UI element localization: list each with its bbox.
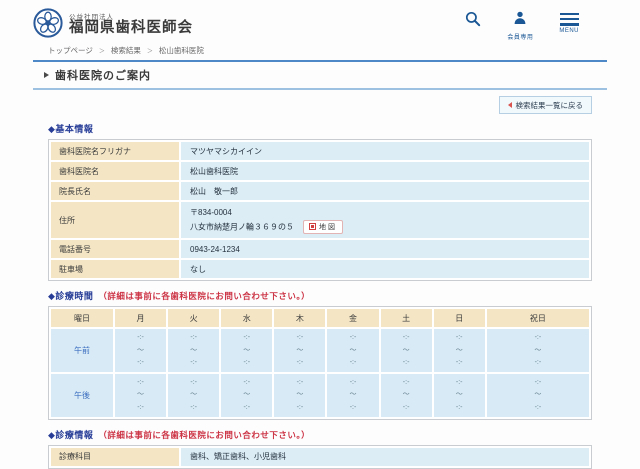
brand-text: 公益社団法人 福岡県歯科医師会 (69, 14, 193, 37)
site-header: 公益社団法人 福岡県歯科医師会 会員専用 MENU (33, 0, 607, 43)
schedule-day-header: 月 (115, 309, 167, 328)
schedule-time-cell: -:- ～ -:- (433, 374, 485, 417)
schedule-time-cell: -:- ～ -:- (115, 374, 167, 417)
map-marker-icon (309, 223, 316, 231)
schedule-day-header: 火 (168, 309, 220, 328)
schedule-period-label: 午後 (51, 374, 113, 417)
schedule-time-cell: -:- ～ -:- (380, 329, 432, 373)
schedule-day-column-label: 曜日 (51, 309, 113, 328)
treatment-info-note: （詳細は事前に各歯科医院にお問い合わせ下さい。） (98, 429, 311, 440)
row-label: 歯科医院名フリガナ (51, 142, 179, 160)
schedule-time-cell: -:- ～ -:- (486, 374, 589, 417)
schedule-time-cell: -:- ～ -:- (274, 329, 326, 373)
schedule-row: 午後 -:- ～ -:- -:- ～ -:- -:- ～ -:- -:- ～ -:- -:- ～ -:- -:-… (51, 374, 589, 417)
row-label: 診療科目 (51, 447, 179, 466)
schedule-day-header: 金 (327, 309, 379, 328)
treatment-departments: 歯科、矯正歯科、小児歯科 (181, 447, 589, 466)
search-button[interactable] (465, 11, 481, 41)
menu-button[interactable]: MENU (559, 11, 579, 41)
hours-table: 曜日月火水木金土日祝日 午前 -:- ～ -:- -:- ～ -:- -:- ～ -:- -:- ～ -… (48, 306, 592, 420)
title-arrow-icon (44, 72, 49, 78)
phone-number: 0943-24-1234 (181, 240, 589, 259)
row-label: 電話番号 (51, 240, 179, 259)
back-to-results-button[interactable]: 検索結果一覧に戻る (498, 96, 592, 114)
schedule-period-label: 午前 (51, 329, 113, 373)
left-arrow-icon (507, 102, 512, 108)
hours-heading: ◆診療時間 （詳細は事前に各歯科医院にお問い合わせ下さい。） (48, 289, 607, 302)
map-button-label: 地図 (319, 223, 337, 231)
schedule-time-cell: -:- ～ -:- (221, 329, 273, 373)
table-row: 院長氏名 松山 敬一郎 (51, 182, 589, 200)
schedule-day-header: 木 (274, 309, 326, 328)
table-row: 歯科医院名 松山歯科医院 (51, 162, 589, 180)
search-icon (465, 11, 481, 32)
member-area-button[interactable]: 会員専用 (507, 11, 533, 41)
basic-info-table: 歯科医院名フリガナ マツヤマシカイイン 歯科医院名 松山歯科医院 院長氏名 松山… (48, 139, 592, 282)
schedule-day-header: 祝日 (486, 309, 589, 328)
back-button-label: 検索結果一覧に戻る (515, 100, 584, 110)
director-name: 松山 敬一郎 (181, 182, 589, 200)
table-row: 住所 〒834-0004 八女市納楚月ノ輪３６９の５ 地図 (51, 202, 589, 239)
schedule-time-cell: -:- ～ -:- (168, 374, 220, 417)
schedule-day-header: 水 (221, 309, 273, 328)
postal-code: 〒834-0004 (190, 207, 232, 217)
page-title-bar: 歯科医院のご案内 (33, 60, 607, 90)
parking-info: なし (181, 260, 589, 279)
map-button[interactable]: 地図 (303, 219, 343, 234)
street-address: 八女市納楚月ノ輪３６９の５ (190, 222, 294, 232)
breadcrumb-link-home[interactable]: トップページ (48, 45, 93, 56)
page-title: 歯科医院のご案内 (55, 70, 151, 82)
schedule-time-cell: -:- ～ -:- (115, 329, 167, 373)
site-logo-brand[interactable]: 公益社団法人 福岡県歯科医師会 (33, 8, 193, 43)
hamburger-icon (559, 11, 579, 26)
breadcrumb: トップページ ＞ 検索結果 ＞ 松山歯科医院 (48, 45, 607, 56)
schedule-time-cell: -:- ～ -:- (221, 374, 273, 417)
breadcrumb-current-page: 松山歯科医院 (158, 46, 204, 55)
row-label: 駐車場 (51, 260, 179, 279)
row-label: 住所 (51, 202, 179, 239)
table-row: 診療科目 歯科、矯正歯科、小児歯科 (51, 447, 589, 466)
street-address-line: 八女市納楚月ノ輪３６９の５ 地図 (190, 219, 580, 235)
back-button-row: 検索結果一覧に戻る (33, 96, 592, 114)
breadcrumb-link-search-results[interactable]: 検索結果 (111, 45, 141, 56)
schedule-day-header: 土 (380, 309, 432, 328)
treatment-info-heading-text: ◆診療情報 (48, 429, 94, 440)
schedule-time-cell: -:- ～ -:- (486, 329, 589, 373)
member-area-label: 会員専用 (507, 35, 534, 41)
person-icon (513, 11, 527, 30)
breadcrumb-separator: ＞ (146, 49, 153, 55)
schedule-time-cell: -:- ～ -:- (433, 329, 485, 373)
page-container: 公益社団法人 福岡県歯科医師会 会員専用 MENU トップページ ＞ 検索結果 … (0, 0, 640, 469)
association-flower-logo-icon (33, 8, 63, 43)
schedule-time-cell: -:- ～ -:- (168, 329, 220, 373)
hours-note: （詳細は事前に各歯科医院にお問い合わせ下さい。） (98, 291, 311, 302)
clinic-name-kana: マツヤマシカイイン (181, 142, 589, 160)
schedule-time-cell: -:- ～ -:- (327, 329, 379, 373)
breadcrumb-separator: ＞ (98, 49, 105, 55)
basic-info-heading: ◆基本情報 (48, 124, 94, 134)
schedule-time-cell: -:- ～ -:- (380, 374, 432, 417)
menu-label: MENU (559, 27, 579, 34)
row-label: 院長氏名 (51, 182, 179, 200)
clinic-name: 松山歯科医院 (181, 162, 589, 180)
table-row: 歯科医院名フリガナ マツヤマシカイイン (51, 142, 589, 160)
row-label: 歯科医院名 (51, 162, 179, 180)
schedule-row: 午前 -:- ～ -:- -:- ～ -:- -:- ～ -:- -:- ～ -:- -:- ～ -:- -:-… (51, 329, 589, 373)
table-row: 電話番号 0943-24-1234 (51, 240, 589, 259)
table-row: 駐車場 なし (51, 260, 589, 279)
schedule-header-row: 曜日月火水木金土日祝日 (51, 309, 589, 328)
schedule-time-cell: -:- ～ -:- (274, 374, 326, 417)
address-cell: 〒834-0004 八女市納楚月ノ輪３６９の５ 地図 (181, 202, 589, 239)
org-name: 福岡県歯科医師会 (69, 20, 193, 37)
treatment-info-table: 診療科目 歯科、矯正歯科、小児歯科 (48, 444, 592, 469)
treatment-info-heading: ◆診療情報 （詳細は事前に各歯科医院にお問い合わせ下さい。） (48, 428, 607, 441)
hours-heading-text: ◆診療時間 (48, 291, 94, 302)
schedule-time-cell: -:- ～ -:- (327, 374, 379, 417)
schedule-day-header: 日 (433, 309, 485, 328)
header-actions: 会員専用 MENU (465, 8, 579, 41)
